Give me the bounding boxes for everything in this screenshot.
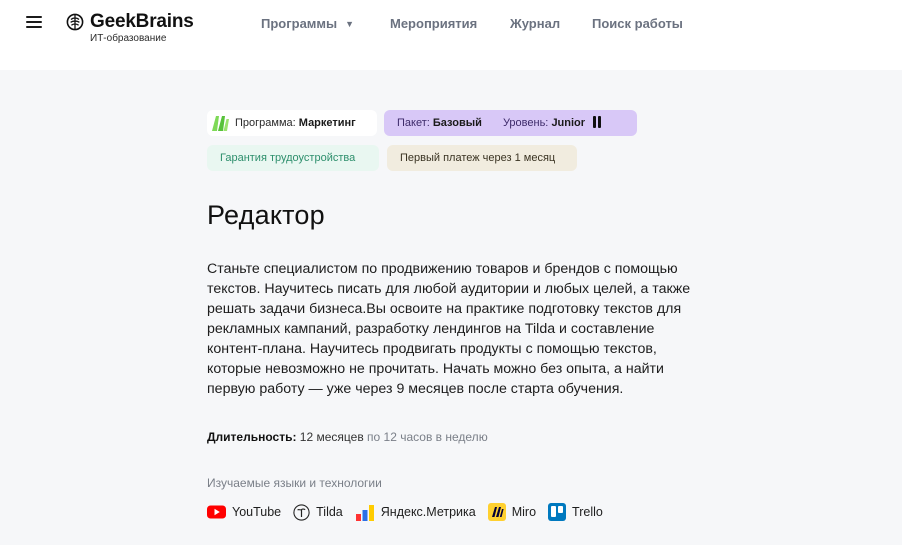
program-prefix: Программа: xyxy=(235,117,296,129)
nav-journal[interactable]: Журнал xyxy=(510,16,560,31)
nav-programs-label: Программы xyxy=(261,16,338,31)
course-title: Редактор xyxy=(207,200,325,230)
tech-label-tilda: Tilda xyxy=(316,505,343,519)
course-description: Станьте специалистом по продвижению това… xyxy=(207,261,691,397)
tech-item-trello: Trello xyxy=(548,503,603,521)
tech-label-youtube: YouTube xyxy=(232,505,282,519)
tech-label-yandex-metrika: Яндекс.Метрика xyxy=(380,505,476,519)
payment-badge: Первый платеж через 1 месяц xyxy=(387,145,577,171)
tech-heading: Изучаемые языки и технологии xyxy=(207,476,382,490)
tech-label-trello: Trello xyxy=(572,505,603,519)
tech-item-yandex-metrika: Яндекс.Метрика xyxy=(355,504,476,521)
site-header: GeekBrains ИТ-образование Программы ▼ Мер… xyxy=(0,0,902,70)
menu-icon[interactable] xyxy=(26,14,42,28)
tech-item-youtube: YouTube xyxy=(207,505,281,519)
tech-item-tilda: Tilda xyxy=(293,503,343,521)
duration-note: по 12 часов в неделю xyxy=(367,430,488,444)
level-bars-icon xyxy=(593,112,603,138)
course-duration: Длительность: 12 месяцев по 12 часов в н… xyxy=(207,430,488,444)
guarantee-badge: Гарантия трудоустройства xyxy=(207,145,379,171)
program-value: Маркетинг xyxy=(298,117,356,129)
tech-list: YouTube Tilda Яндекс.Метрика Miro Trello xyxy=(207,502,615,522)
logo[interactable]: GeekBrains ИТ-образование xyxy=(66,11,216,46)
nav-programs[interactable]: Программы ▼ xyxy=(261,16,354,31)
nav-events[interactable]: Мероприятия xyxy=(390,16,477,31)
logo-name: GeekBrains xyxy=(90,11,194,32)
tech-label-miro: Miro xyxy=(511,505,537,519)
geekbrains-logo-icon xyxy=(66,13,84,31)
tech-item-miro: Miro xyxy=(487,503,537,521)
nav-job-search[interactable]: Поиск работы xyxy=(592,16,683,31)
chevron-down-icon: ▼ xyxy=(345,19,355,29)
duration-label: Длительность: xyxy=(207,430,297,444)
youtube-icon xyxy=(207,505,226,519)
level-value: Junior xyxy=(551,117,586,129)
marketing-program-icon xyxy=(212,116,229,131)
logo-tagline: ИТ-образование xyxy=(90,33,167,44)
package-prefix: Пакет: xyxy=(397,117,430,129)
package-badge: Пакет: Базовый Уровень: Junior xyxy=(384,110,637,136)
duration-value: 12 месяцев xyxy=(299,430,364,444)
level-prefix: Уровень: xyxy=(502,117,549,129)
package-value: Базовый xyxy=(432,117,482,129)
yandex-metrika-icon xyxy=(355,504,374,521)
miro-icon xyxy=(487,503,506,521)
program-badge: Программа: Маркетинг xyxy=(207,110,377,136)
trello-icon xyxy=(548,503,567,521)
tilda-icon xyxy=(293,503,310,521)
